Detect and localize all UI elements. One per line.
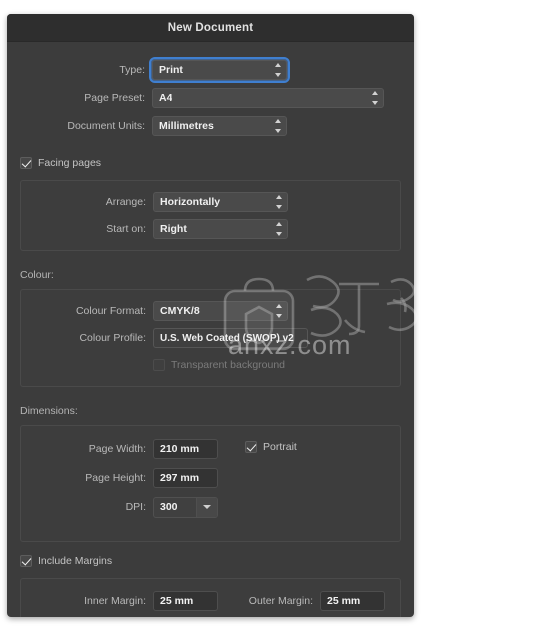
inner-outer-margin-row: Inner Margin: 25 mm Outer Margin: 25 mm bbox=[21, 589, 400, 613]
transparent-background-checkbox[interactable]: Transparent background bbox=[153, 359, 285, 371]
type-row: Type: Print bbox=[7, 57, 414, 83]
colour-group: Colour Format: CMYK/8 Colour Profile: U.… bbox=[20, 289, 401, 387]
outer-margin-label: Outer Margin: bbox=[248, 595, 313, 607]
colour-format-dropdown[interactable]: CMYK/8 bbox=[153, 301, 288, 321]
inner-margin-value: 25 mm bbox=[160, 595, 194, 607]
colour-format-value: CMYK/8 bbox=[160, 305, 200, 317]
start-on-row: Start on: Right bbox=[21, 217, 400, 241]
dimensions-section-title: Dimensions: bbox=[20, 405, 78, 417]
colour-profile-dropdown[interactable]: U.S. Web Coated (SWOP) v2 bbox=[153, 328, 308, 348]
dpi-label: DPI: bbox=[125, 501, 146, 513]
chevron-updown-icon[interactable] bbox=[371, 91, 378, 105]
dpi-combobox[interactable]: 300 bbox=[153, 496, 218, 518]
document-units-value: Millimetres bbox=[159, 120, 214, 132]
dialog-title: New Document bbox=[167, 21, 254, 34]
checkmark-icon bbox=[20, 157, 32, 169]
page-height-label: Page Height: bbox=[85, 472, 146, 484]
facing-pages-label: Facing pages bbox=[38, 157, 102, 169]
type-dropdown[interactable]: Print bbox=[149, 57, 290, 83]
page-height-value: 297 mm bbox=[160, 472, 200, 484]
type-label: Type: bbox=[119, 64, 145, 76]
colour-profile-value: U.S. Web Coated (SWOP) v2 bbox=[160, 332, 294, 344]
facing-pages-group: Arrange: Horizontally Start on: Right bbox=[20, 180, 401, 251]
document-units-label: Document Units: bbox=[67, 120, 145, 132]
page-preset-value: A4 bbox=[159, 92, 173, 104]
outer-margin-input[interactable]: 25 mm bbox=[320, 591, 385, 611]
colour-format-label: Colour Format: bbox=[75, 305, 146, 317]
chevron-updown-icon[interactable] bbox=[275, 195, 282, 209]
page-preset-label: Page Preset: bbox=[84, 92, 145, 104]
document-units-dropdown[interactable]: Millimetres bbox=[152, 116, 287, 136]
page-height-input[interactable]: 297 mm bbox=[153, 468, 218, 488]
arrange-dropdown[interactable]: Horizontally bbox=[153, 192, 288, 212]
arrange-row: Arrange: Horizontally bbox=[21, 190, 400, 214]
margins-group: Inner Margin: 25 mm Outer Margin: 25 mm … bbox=[20, 578, 401, 617]
chevron-updown-icon[interactable] bbox=[274, 63, 281, 77]
start-on-dropdown[interactable]: Right bbox=[153, 219, 288, 239]
page-width-label: Page Width: bbox=[88, 443, 146, 455]
inner-margin-label: Inner Margin: bbox=[84, 595, 146, 607]
colour-profile-row: Colour Profile: U.S. Web Coated (SWOP) v… bbox=[21, 326, 400, 350]
colour-section-title: Colour: bbox=[20, 269, 54, 281]
dpi-row: DPI: 300 bbox=[21, 495, 400, 519]
outer-margin-value: 25 mm bbox=[327, 595, 361, 607]
page-width-value: 210 mm bbox=[160, 443, 200, 455]
colour-format-row: Colour Format: CMYK/8 bbox=[21, 299, 400, 323]
chevron-updown-icon[interactable] bbox=[275, 304, 282, 318]
document-units-row: Document Units: Millimetres bbox=[7, 114, 414, 138]
page-width-row: Page Width: 210 mm Portrait bbox=[21, 437, 400, 461]
checkmark-icon bbox=[20, 555, 32, 567]
dialog-body: Type: Print Page Preset: A4 Document Uni… bbox=[7, 42, 414, 617]
page-preset-dropdown[interactable]: A4 bbox=[152, 88, 384, 108]
include-margins-label: Include Margins bbox=[38, 555, 113, 567]
arrange-value: Horizontally bbox=[160, 196, 221, 208]
portrait-label: Portrait bbox=[263, 441, 297, 453]
page-preset-row: Page Preset: A4 bbox=[7, 86, 414, 110]
new-document-dialog: New Document Type: Print Page Preset: A4 bbox=[7, 14, 414, 617]
transparent-background-label: Transparent background bbox=[171, 359, 286, 371]
chevron-updown-icon[interactable] bbox=[274, 119, 281, 133]
start-on-label: Start on: bbox=[106, 223, 146, 235]
type-value: Print bbox=[159, 64, 183, 76]
checkmark-icon bbox=[245, 441, 257, 453]
screen: New Document Type: Print Page Preset: A4 bbox=[0, 0, 557, 630]
page-width-input[interactable]: 210 mm bbox=[153, 439, 218, 459]
arrange-label: Arrange: bbox=[105, 196, 146, 208]
dpi-value: 300 bbox=[160, 501, 178, 513]
page-height-row: Page Height: 297 mm bbox=[21, 466, 400, 490]
include-margins-checkbox[interactable]: Include Margins bbox=[20, 555, 112, 567]
inner-margin-input[interactable]: 25 mm bbox=[153, 591, 218, 611]
chevron-down-icon[interactable] bbox=[196, 497, 217, 517]
checkbox-icon bbox=[153, 359, 165, 371]
portrait-checkbox[interactable]: Portrait bbox=[245, 441, 297, 453]
start-on-value: Right bbox=[160, 223, 187, 235]
dialog-titlebar: New Document bbox=[7, 14, 414, 42]
dimensions-group: Page Width: 210 mm Portrait Page Height: bbox=[20, 425, 401, 542]
facing-pages-checkbox[interactable]: Facing pages bbox=[20, 157, 101, 169]
colour-profile-label: Colour Profile: bbox=[79, 332, 146, 344]
transparent-background-row: Transparent background bbox=[21, 353, 400, 377]
chevron-updown-icon[interactable] bbox=[275, 222, 282, 236]
